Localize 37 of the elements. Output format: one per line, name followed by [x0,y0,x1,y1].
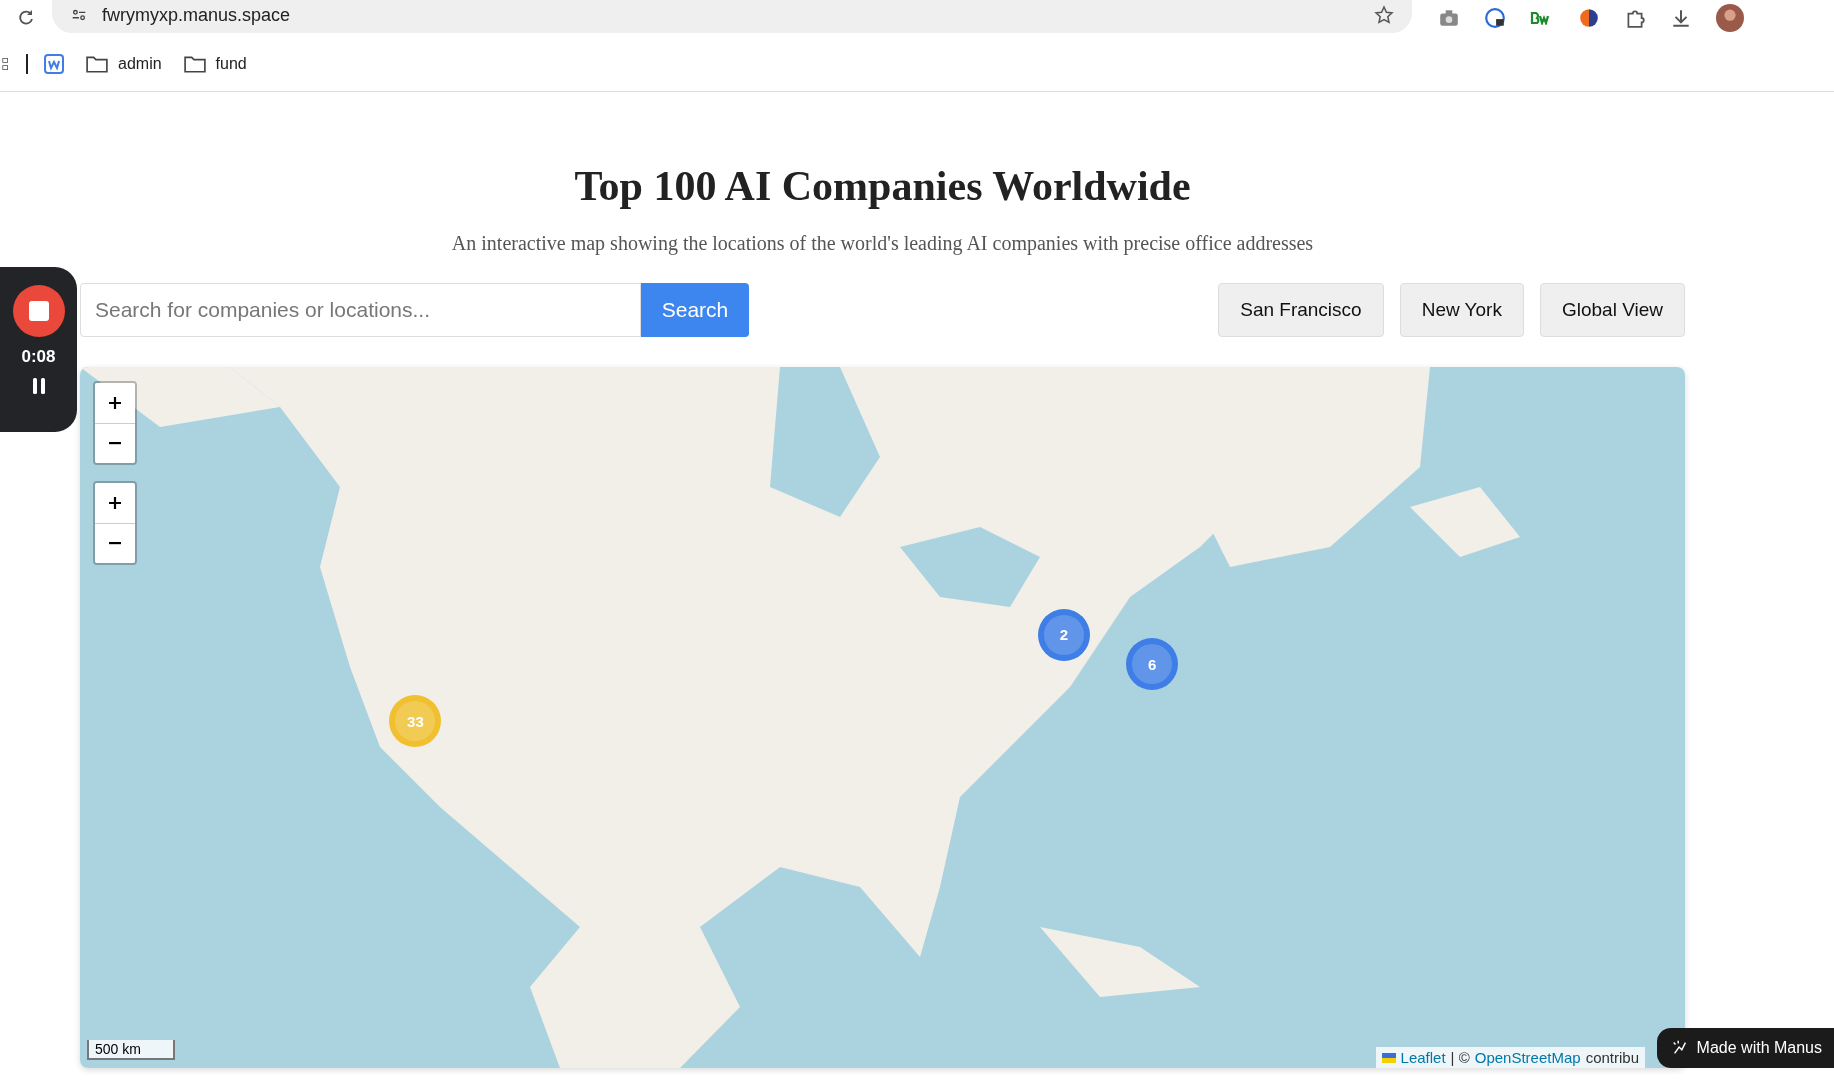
plus-icon [107,395,123,411]
openstreetmap-link[interactable]: OpenStreetMap [1474,1049,1581,1066]
half-circle-icon[interactable] [1578,7,1600,29]
apps-grid-icon[interactable] [2,55,10,73]
attribution-text: contribu [1585,1049,1639,1066]
bookmark-folder[interactable]: fund [183,55,247,73]
location-button[interactable]: New York [1399,283,1524,337]
camera-icon[interactable] [1438,7,1460,29]
leaflet-link[interactable]: Leaflet [1400,1049,1446,1066]
lock-extension-icon[interactable] [1484,7,1506,29]
stop-button[interactable] [12,285,65,337]
folder-icon [183,55,206,73]
search-button[interactable]: Search [641,283,749,337]
page-subtitle: An interactive map showing the locations of the world's leading AI companies with precise office addresses [450,232,1315,255]
folder-icon [86,55,108,73]
bookmark-favicon-icon[interactable] [44,54,64,74]
minus-icon [107,442,123,445]
bookmark-folder[interactable]: admin [86,55,162,73]
address-bar[interactable]: fwrymyxp.manus.space [52,0,1412,33]
search-field[interactable]: Search for companies or locations... [80,283,641,337]
made-with-badge[interactable]: Made with Manus [1656,1028,1834,1068]
star-icon[interactable] [1374,5,1394,25]
minus-icon [107,542,123,545]
zoom-in-button[interactable] [95,483,135,523]
map-scale: 500 km [87,1040,175,1060]
pause-icon[interactable] [31,377,46,395]
url-text: fwrymyxp.manus.space [102,4,291,26]
recording-time: 0:08 [21,347,56,367]
attribution-separator: | © [1450,1049,1470,1066]
page-title: Top 100 AI Companies Worldwide [573,162,1192,210]
plus-icon [107,495,123,511]
zoom-in-button[interactable] [95,383,135,423]
avatar-icon[interactable] [1716,4,1744,32]
flag-icon [1381,1052,1396,1063]
download-icon[interactable] [1670,7,1692,29]
location-button[interactable]: San Francisco [1218,283,1384,337]
location-button[interactable]: Global View [1539,283,1685,337]
